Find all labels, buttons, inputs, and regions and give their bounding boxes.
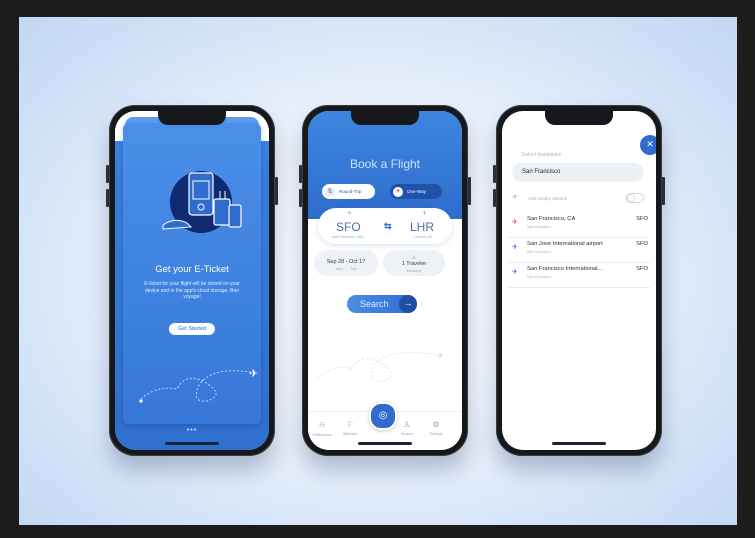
dates-selector[interactable]: Sep 28 - Oct 17 Wed Tue [314, 250, 378, 276]
swap-arrows-icon: ⇅ [325, 186, 335, 197]
tab-notifications[interactable]: ⍾ Notifications [310, 420, 334, 437]
notch [351, 111, 419, 125]
tab-booked[interactable]: ♙ Booked [395, 420, 419, 436]
get-started-button[interactable]: Get Started [168, 323, 216, 335]
gear-icon: ⚙ [432, 420, 440, 429]
result-code: SFO [636, 241, 648, 247]
user-icon: ♙ [403, 420, 411, 429]
dates-value: Sep 28 - Oct 17 [326, 259, 366, 265]
close-button[interactable]: ✕ [640, 135, 656, 155]
round-trip-toggle[interactable]: ⇅ Round-Trip [322, 184, 375, 199]
page-indicator: ••• [186, 427, 198, 434]
onboarding-title: Get your E-Ticket [155, 264, 229, 275]
phone-eticket: Get your E-Ticket E-ticket for your flig… [106, 105, 278, 456]
result-item[interactable]: ✈ San Francisco International... San Fra… [508, 263, 650, 288]
destination-label: Select destination [522, 152, 562, 158]
home-indicator [165, 442, 219, 445]
round-trip-label: Round-Trip [339, 189, 362, 194]
one-way-toggle[interactable]: ✈ One-Way [390, 184, 442, 199]
page-title: Book a Flight [349, 157, 421, 171]
traveler-selector[interactable]: ♙ 1 Traveler Economy [383, 250, 445, 276]
notch [158, 111, 226, 125]
home-indicator [358, 442, 412, 445]
select-destination-screen: ✕ Select destination San Francisco ✈ Add… [502, 111, 656, 450]
book-flight-screen: Book a Flight ⇅ Round-Trip ✈ One-Way ✈ S… [308, 111, 462, 450]
tab-settings[interactable]: ⚙ Settings [424, 420, 448, 436]
onboarding-description: E-ticket for your flight will be stored … [144, 281, 240, 300]
one-way-label: One-Way [407, 189, 426, 194]
svg-text:✈: ✈ [436, 351, 444, 362]
nearby-airports-toggle[interactable] [626, 193, 644, 203]
destination-code[interactable]: LHR [410, 220, 434, 234]
route-card[interactable]: ✈ SFO San Francisco, USA ⇆ ✈ LHR London,… [318, 208, 452, 244]
departure-plane-icon: ✈ [347, 211, 353, 217]
svg-text:✈: ✈ [249, 367, 258, 380]
dates-subtitle: Wed Tue [335, 267, 357, 271]
search-button[interactable]: Search → [347, 295, 417, 313]
result-name: San Francisco, CA [527, 216, 576, 222]
result-subtitle: San Francisco [527, 250, 552, 254]
onboarding-card: Get your E-Ticket E-ticket for your flig… [123, 123, 261, 424]
result-name: San Jose International airport [527, 241, 603, 247]
bookmark-icon: ⚐ [346, 420, 354, 429]
origin-code[interactable]: SFO [336, 220, 361, 234]
cabin-class: Economy [406, 269, 422, 273]
bell-icon: ⍾ [319, 420, 325, 429]
result-item[interactable]: ✈ San Jose International airport San Fra… [508, 238, 650, 263]
destination-city: London, UK [414, 235, 433, 239]
phone-select-destination: ✕ Select destination San Francisco ✈ Add… [493, 105, 665, 456]
flight-path-decoration: ✈ [139, 367, 258, 403]
nearby-airports-row: ✈ Add nearby airports [512, 192, 644, 206]
result-name: San Francisco International... [527, 266, 603, 272]
plane-icon: ✈ [512, 194, 518, 201]
arrival-plane-icon: ✈ [422, 211, 428, 217]
swap-icon[interactable]: ⇆ [384, 221, 392, 232]
destination-search-input[interactable]: San Francisco [512, 163, 644, 182]
home-indicator [552, 442, 606, 445]
tab-home-globe[interactable]: ◎ [369, 402, 397, 430]
close-icon: ✕ [646, 139, 654, 149]
traveler-count: 1 Traveler [401, 261, 427, 267]
tab-watchlist[interactable]: ⚐ Watchlist [338, 420, 362, 436]
flight-path-decoration: ✈ [317, 351, 444, 382]
eticket-screen: Get your E-Ticket E-ticket for your flig… [115, 111, 269, 450]
plane-icon: ✈ [512, 269, 518, 276]
result-item[interactable]: ✈ San Francisco, CA San Francisco SFO [508, 213, 650, 238]
result-code: SFO [636, 266, 648, 272]
globe-plane-icon: ◎ [378, 410, 388, 421]
result-subtitle: San Francisco [527, 275, 552, 279]
notch [545, 111, 613, 125]
plane-icon: ✈ [393, 186, 403, 197]
origin-city: San Francisco, USA [332, 235, 364, 239]
plane-icon: ✈ [512, 219, 518, 226]
plane-icon: ✈ [512, 244, 518, 251]
ticket-luggage-illustration [162, 171, 242, 233]
result-code: SFO [636, 216, 648, 222]
presentation-frame: Get your E-Ticket E-ticket for your flig… [19, 17, 737, 525]
nearby-airports-label: Add nearby airports [528, 196, 568, 201]
result-subtitle: San Francisco [527, 225, 552, 229]
arrow-right-icon: → [399, 295, 417, 313]
phone-book-flight: Book a Flight ⇅ Round-Trip ✈ One-Way ✈ S… [299, 105, 471, 456]
search-label: Search [360, 299, 389, 309]
